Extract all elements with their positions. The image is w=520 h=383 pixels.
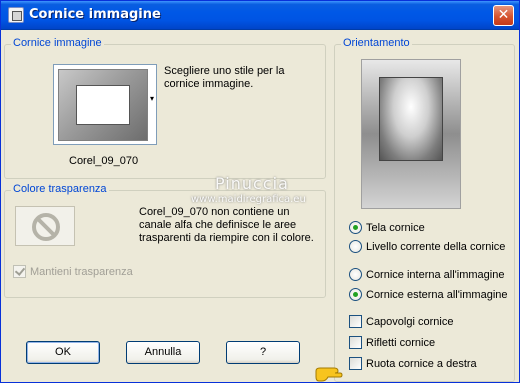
orientation-group: Orientamento Tela cornice Livello corren… [334, 37, 515, 382]
radio-frame-outside-label: Cornice esterna all'immagine [366, 288, 508, 301]
watermark-site: www.maidiregrafica.eu [191, 194, 306, 205]
radio-current-layer-label: Livello corrente della cornice [366, 240, 506, 253]
rotate-frame-box[interactable] [349, 357, 362, 370]
window-title: Cornice immagine [29, 7, 161, 22]
frame-thumbnail-canvas [76, 85, 130, 125]
mirror-frame-checkbox[interactable]: Rifletti cornice [349, 336, 435, 352]
flip-frame-box[interactable] [349, 315, 362, 328]
keep-transparency-box[interactable] [13, 265, 26, 278]
no-entry-icon [15, 206, 75, 246]
radio-frame-inside[interactable]: Cornice interna all'immagine [349, 268, 504, 284]
radio-frame-inside-dot[interactable] [349, 268, 362, 281]
radio-frame-canvas-label: Tela cornice [366, 221, 425, 234]
radio-frame-outside-dot[interactable] [349, 288, 362, 301]
pointing-hand-icon [315, 367, 343, 382]
transparency-description: Corel_09_070 non contiene un canale alfa… [139, 206, 314, 244]
selected-frame-name: Corel_09_070 [69, 155, 139, 167]
title-bar[interactable]: Cornice immagine ✕ [1, 1, 519, 30]
preview-photo [379, 77, 443, 161]
keep-transparency-label: Mantieni trasparenza [30, 265, 133, 278]
frame-description: Scegliere uno stile per la cornice immag… [164, 65, 285, 90]
rotate-frame-checkbox[interactable]: Ruota cornice a destra [349, 357, 477, 373]
app-icon [8, 7, 24, 23]
orientation-preview [361, 59, 461, 209]
transparency-group: Colore trasparenza Corel_09_070 non cont… [4, 183, 326, 298]
help-button[interactable]: ? [226, 341, 300, 364]
frame-style-picker[interactable]: ▾ [53, 64, 157, 145]
frame-group-legend: Cornice immagine [11, 37, 104, 49]
mirror-frame-box[interactable] [349, 336, 362, 349]
ok-button[interactable]: OK [26, 341, 100, 364]
flip-frame-label: Capovolgi cornice [366, 315, 454, 328]
radio-frame-outside[interactable]: Cornice esterna all'immagine [349, 288, 508, 304]
chevron-down-icon[interactable]: ▾ [148, 95, 156, 103]
flip-frame-checkbox[interactable]: Capovolgi cornice [349, 315, 453, 331]
mirror-frame-label: Rifletti cornice [366, 336, 436, 349]
orientation-group-legend: Orientamento [341, 37, 412, 49]
frame-thumbnail-icon [58, 69, 148, 141]
transparency-group-legend: Colore trasparenza [11, 183, 109, 195]
frame-group: Cornice immagine ▾ Scegliere uno stile p… [4, 37, 326, 179]
radio-frame-canvas-dot[interactable] [349, 221, 362, 234]
radio-frame-canvas[interactable]: Tela cornice [349, 221, 425, 237]
rotate-frame-label: Ruota cornice a destra [366, 357, 477, 370]
close-icon: ✕ [497, 7, 510, 23]
watermark-name: Pinuccia [215, 174, 289, 193]
radio-current-layer-dot[interactable] [349, 240, 362, 253]
dialog-window: Cornice immagine ✕ Cornice immagine ▾ Sc… [0, 0, 520, 383]
keep-transparency-checkbox[interactable]: Mantieni trasparenza [13, 265, 133, 281]
close-button[interactable]: ✕ [493, 5, 514, 26]
radio-frame-inside-label: Cornice interna all'immagine [366, 268, 505, 281]
cancel-button[interactable]: Annulla [126, 341, 200, 364]
radio-current-layer[interactable]: Livello corrente della cornice [349, 240, 505, 256]
